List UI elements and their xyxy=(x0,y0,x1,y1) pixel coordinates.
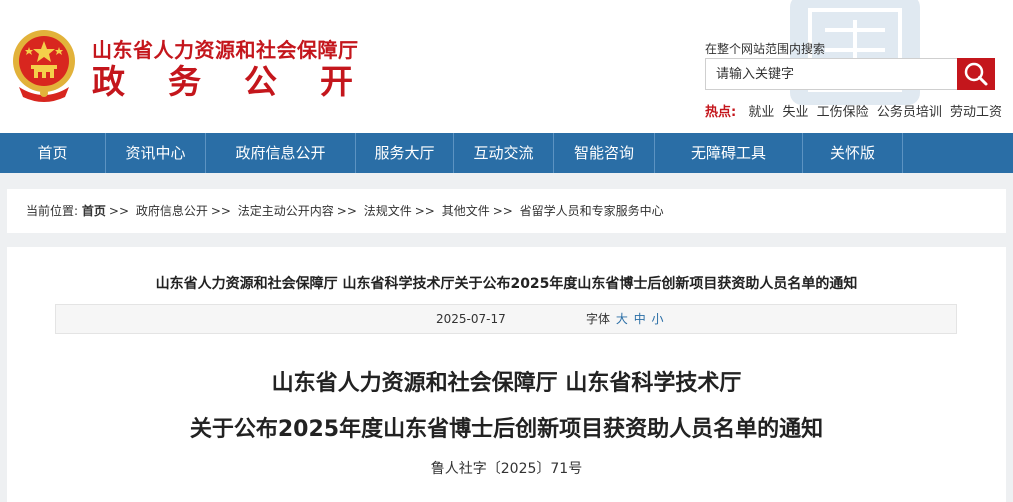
nav-item-interaction[interactable]: 互动交流 xyxy=(454,133,554,173)
breadcrumb-separator: >> xyxy=(210,204,231,218)
breadcrumb-regulations[interactable]: 法规文件 xyxy=(364,204,412,218)
article-title-line1: 山东省人力资源和社会保障厅 山东省科学技术厅 xyxy=(271,371,742,396)
search-hint: 在整个网站范围内搜索 xyxy=(705,42,826,56)
search-button[interactable] xyxy=(957,58,995,90)
search-input[interactable] xyxy=(705,58,957,90)
nav-item-service-hall[interactable]: 服务大厅 xyxy=(356,133,454,173)
breadcrumb-separator: >> xyxy=(108,204,129,218)
site-title: 山东省人力资源和社会保障厅 xyxy=(92,38,359,62)
breadcrumb-other-docs[interactable]: 其他文件 xyxy=(442,204,490,218)
article-title-line2: 关于公布2025年度山东省博士后创新项目获资助人员名单的通知 xyxy=(189,417,824,442)
font-size-medium[interactable]: 中 xyxy=(634,312,646,326)
nav-item-smart-consult[interactable]: 智能咨询 xyxy=(554,133,655,173)
breadcrumb-separator: >> xyxy=(414,204,435,218)
breadcrumb-prefix: 当前位置: xyxy=(26,204,79,218)
breadcrumb-statutory[interactable]: 法定主动公开内容 xyxy=(238,204,334,218)
article-meta-bar: 2025-07-17 字体 大 中 小 xyxy=(55,304,957,334)
hot-link-jiuye[interactable]: 就业 xyxy=(748,105,774,120)
publish-date: 2025-07-17 xyxy=(436,312,506,326)
font-size-small[interactable]: 小 xyxy=(652,312,664,326)
article-panel: 山东省人力资源和社会保障厅 山东省科学技术厅关于公布2025年度山东省博士后创新… xyxy=(7,247,1006,502)
font-size-label: 字体 xyxy=(586,312,611,326)
nav-item-home[interactable]: 首页 xyxy=(0,133,106,173)
hot-label: 热点: xyxy=(705,105,737,120)
article-head-title: 山东省人力资源和社会保障厅 山东省科学技术厅关于公布2025年度山东省博士后创新… xyxy=(155,276,858,292)
font-size-control: 字体 大 中 小 xyxy=(586,305,664,333)
nav-item-news[interactable]: 资讯中心 xyxy=(106,133,206,173)
breadcrumb-gov-info[interactable]: 政府信息公开 xyxy=(136,204,208,218)
hot-link-laodong[interactable]: 劳动工资 xyxy=(950,105,1002,120)
nav-item-accessibility[interactable]: 无障碍工具 xyxy=(655,133,803,173)
search-icon xyxy=(964,62,988,86)
breadcrumb-expert-center[interactable]: 省留学人员和专家服务中心 xyxy=(520,204,664,218)
nav-item-care-mode[interactable]: 关怀版 xyxy=(803,133,903,173)
breadcrumb-separator: >> xyxy=(492,204,513,218)
hot-link-gongwuyuan[interactable]: 公务员培训 xyxy=(877,105,942,120)
site-header: 山东省人力资源和社会保障厅 政务公开 在整个网站范围内搜索 热点: 就业 失业 … xyxy=(0,0,1013,133)
font-size-large[interactable]: 大 xyxy=(616,312,628,326)
nav-item-gov-info[interactable]: 政府信息公开 xyxy=(206,133,356,173)
hot-link-gongshang[interactable]: 工伤保险 xyxy=(817,105,869,120)
nav-filler xyxy=(903,133,1013,173)
hot-keywords: 热点: 就业 失业 工伤保险 公务员培训 劳动工资 xyxy=(705,101,1006,120)
main-nav: 首页 资讯中心 政府信息公开 服务大厅 互动交流 智能咨询 无障碍工具 关怀版 xyxy=(0,133,1013,173)
document-number: 鲁人社字〔2025〕71号 xyxy=(430,461,583,477)
site-subtitle: 政务公开 xyxy=(92,62,396,101)
national-emblem-icon xyxy=(13,30,75,102)
breadcrumb-home[interactable]: 首页 xyxy=(82,204,106,218)
hot-link-shiye[interactable]: 失业 xyxy=(783,105,809,120)
breadcrumb: 当前位置: 首页 >> 政府信息公开 >> 法定主动公开内容 >> 法规文件 >> 其他… xyxy=(7,189,1006,233)
breadcrumb-separator: >> xyxy=(336,204,357,218)
